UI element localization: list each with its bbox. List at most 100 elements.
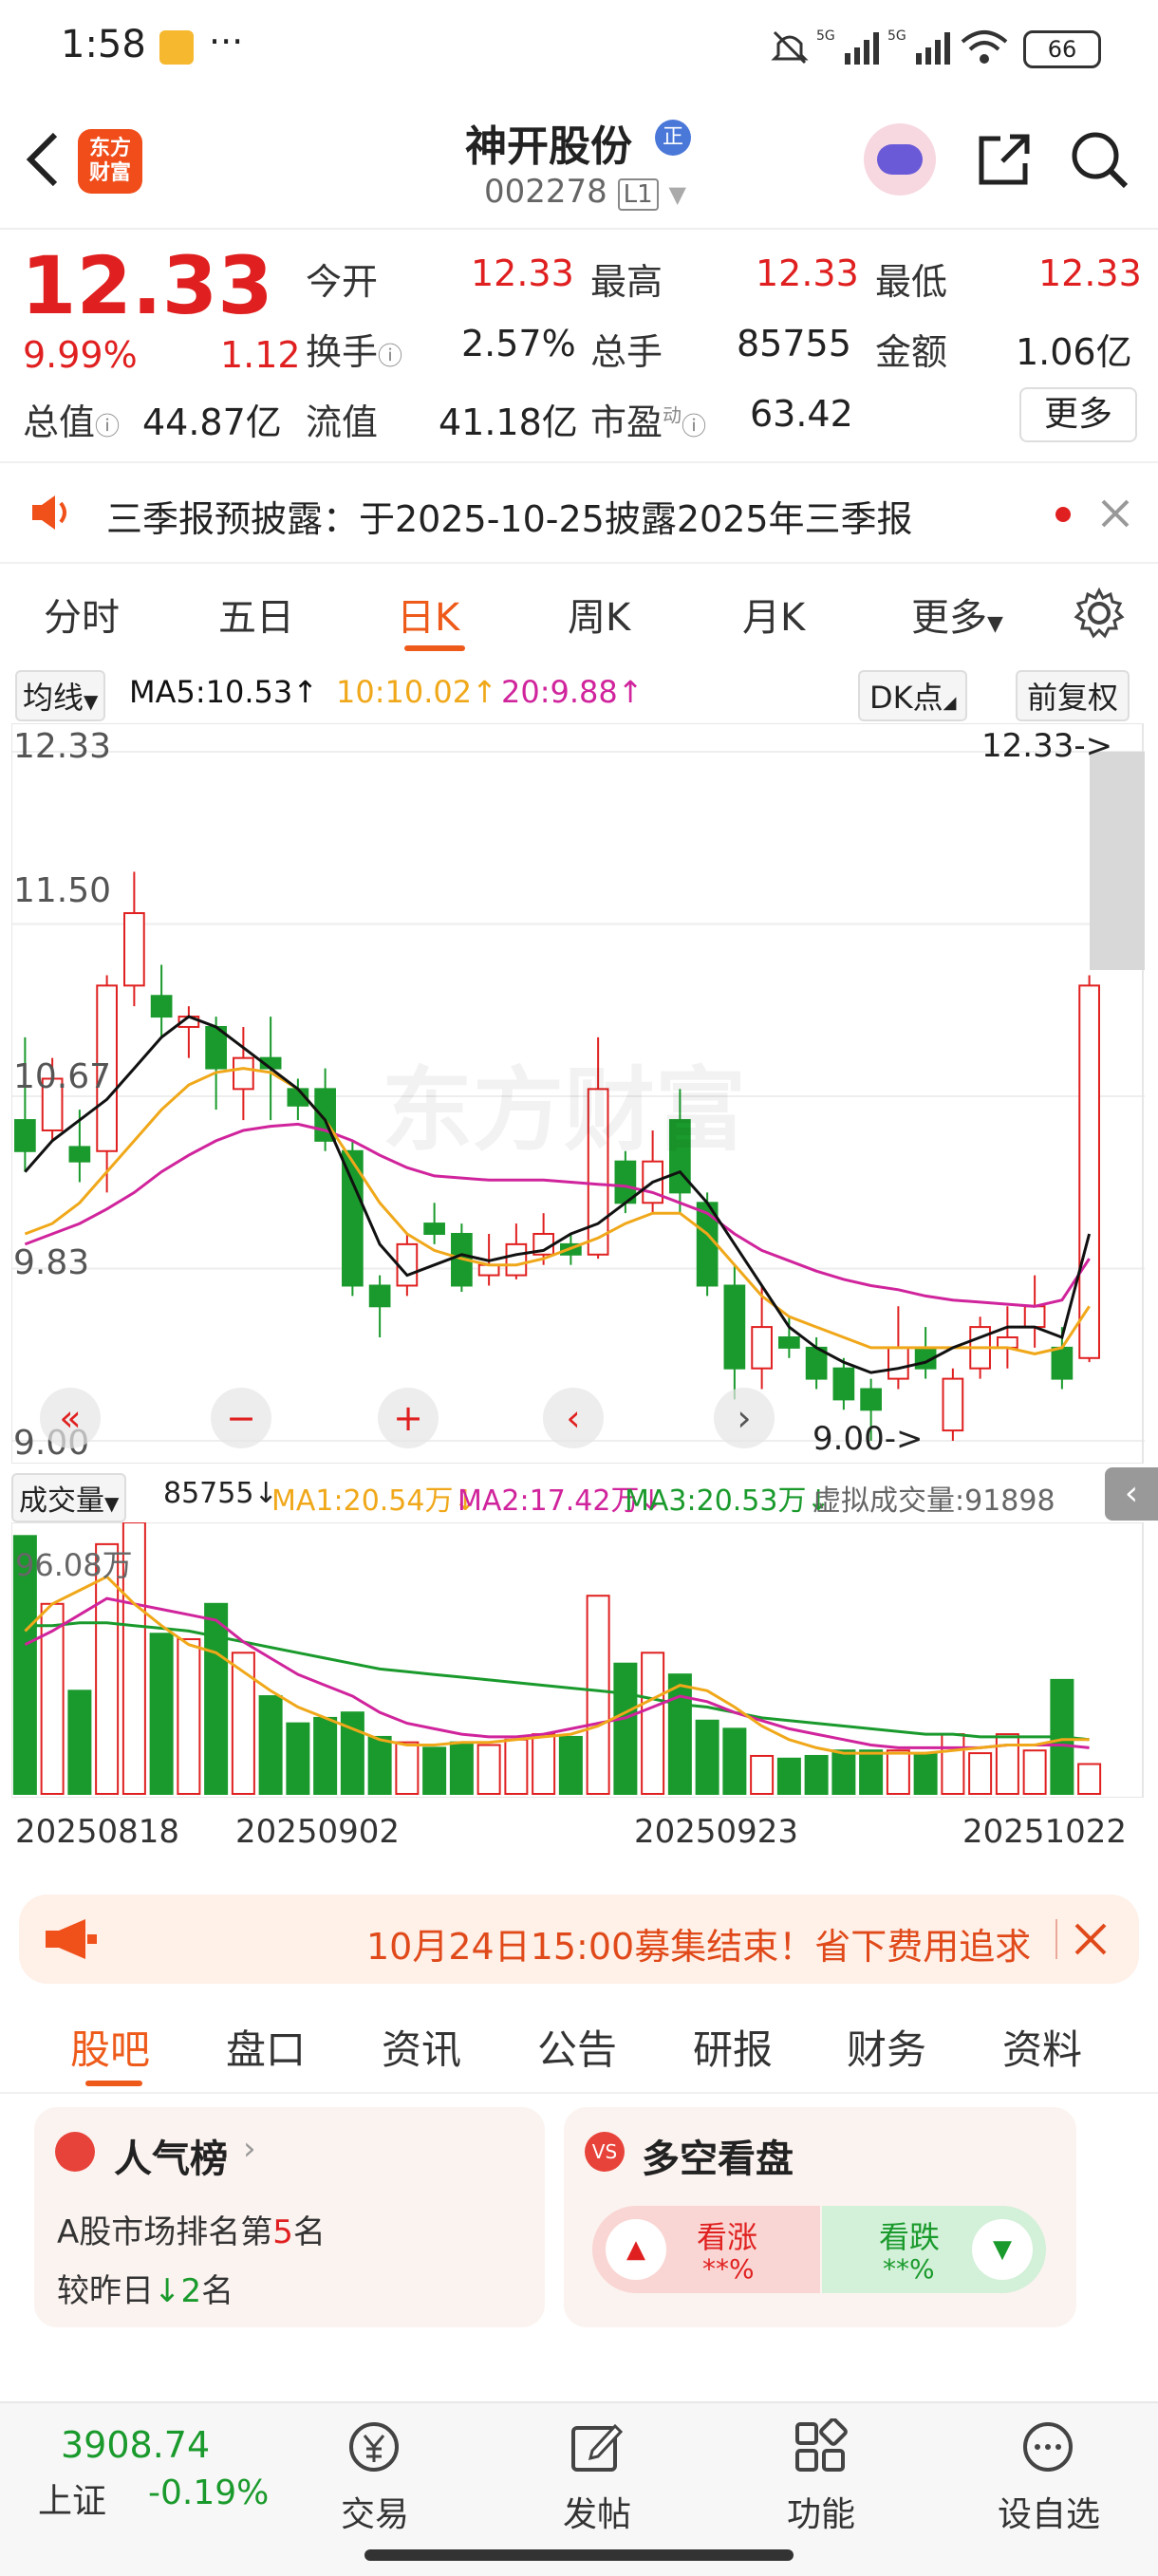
tab-more[interactable]: 更多▼ xyxy=(911,587,1003,642)
popularity-title: 人气榜 xyxy=(114,2137,228,2181)
zoom-in-button[interactable]: + xyxy=(378,1388,439,1448)
bull-label: 看涨 xyxy=(697,2219,758,2255)
ad-divider xyxy=(1055,1919,1057,1959)
candle-body xyxy=(1078,984,1100,1359)
tab-rik[interactable]: 日K xyxy=(397,587,459,642)
close-icon[interactable] xyxy=(1073,1921,1109,1957)
tab-active-indicator xyxy=(404,645,465,651)
tab-zixun[interactable]: 资讯 xyxy=(382,2018,461,2076)
info-icon[interactable]: ⓘ xyxy=(95,413,120,441)
y-label-4: 9.83 xyxy=(13,1243,90,1282)
index-widget[interactable]: 3908.74 上证 -0.19% xyxy=(28,2424,285,2529)
volume-current-text: 85755 xyxy=(163,1477,254,1510)
low-label: 最低 xyxy=(875,261,948,303)
tab-guba[interactable]: 股吧 xyxy=(70,2018,150,2076)
candle-body xyxy=(477,1263,500,1277)
app-logo: 东方 财富 xyxy=(78,129,142,194)
date-axis: 20250818 20250902 20250923 20251022 xyxy=(0,1809,1158,1857)
volume-bar xyxy=(258,1695,283,1795)
y-label-3: 10.67 xyxy=(13,1057,112,1096)
ad-banner[interactable]: 10月24日15:00募集结束！省下费用追求 xyxy=(19,1895,1139,1984)
info-icon[interactable]: ⓘ xyxy=(378,343,402,371)
bear-label: 看跌 xyxy=(879,2219,941,2255)
arrow-up-icon: ↑ xyxy=(292,674,319,710)
chevron-right-icon: › xyxy=(243,2130,256,2168)
nav-post[interactable]: 发帖 xyxy=(545,2413,649,2536)
tab-ziliao[interactable]: 资料 xyxy=(1002,2018,1082,2076)
next-button[interactable]: › xyxy=(714,1388,775,1448)
caret-down-icon: ▼ xyxy=(987,612,1003,636)
ma20-text: 20:9.88 xyxy=(501,674,618,710)
collapse-button[interactable]: ‹ xyxy=(1105,1467,1158,1521)
rewind-button[interactable]: « xyxy=(40,1388,101,1448)
tab-yanbao[interactable]: 研报 xyxy=(693,2018,773,2076)
tab-zhouk[interactable]: 周K xyxy=(568,587,630,642)
notification-icon xyxy=(159,30,194,65)
vol-ma3: MA3:20.53万↓ xyxy=(625,1484,831,1518)
candle-body xyxy=(751,1326,773,1370)
tab-yuek[interactable]: 月K xyxy=(742,587,805,642)
turnover-value: 2.57% xyxy=(461,323,576,364)
zoom-out-button[interactable]: − xyxy=(211,1388,271,1448)
candle-body xyxy=(233,1056,254,1091)
ma10-value: 10:10.02↑ xyxy=(336,674,497,710)
dk-button[interactable]: DK点◢ xyxy=(858,670,968,721)
nav-trade[interactable]: 交易 xyxy=(323,2413,427,2536)
battery-level: 66 xyxy=(1047,36,1077,63)
megaphone-icon xyxy=(46,1919,97,1959)
robot-avatar[interactable] xyxy=(864,123,936,196)
stock-header: 东方 财富 神开股份 正 002278 L1 ▼ xyxy=(0,95,1158,230)
sentiment-card[interactable]: VS 多空看盘 ▲ 看涨 **% 看跌 **% ▼ xyxy=(564,2107,1076,2327)
volume-bar xyxy=(613,1662,638,1795)
ma5-text: MA5:10.53 xyxy=(129,674,293,710)
quote-panel: 12.33 9.99% 1.12 今开 12.33 最高 12.33 最低 12… xyxy=(0,230,1158,456)
rank-prefix: A股市场排名第 xyxy=(57,2213,273,2251)
popularity-card[interactable]: 人气榜 › A股市场排名第5名 较昨日↓2名 xyxy=(34,2107,545,2327)
volume-selector[interactable]: 成交量▼ xyxy=(11,1473,127,1522)
volume-bar xyxy=(395,1741,420,1796)
turnover-label-text: 换手 xyxy=(306,331,379,373)
tab-gonggao[interactable]: 公告 xyxy=(537,2018,617,2076)
company-badge: 正 xyxy=(655,120,691,156)
tab-fenshi[interactable]: 分时 xyxy=(44,587,120,642)
volume-bar xyxy=(995,1733,1019,1795)
info-icon[interactable]: ⓘ xyxy=(682,413,706,441)
gear-icon[interactable] xyxy=(1073,587,1126,640)
search-icon[interactable] xyxy=(1069,129,1130,190)
prev-button[interactable]: ‹ xyxy=(543,1388,604,1448)
turnover-label: 换手ⓘ xyxy=(306,323,402,375)
virtual-volume: 虚拟成交量:91898 xyxy=(812,1484,1055,1518)
back-icon[interactable] xyxy=(21,129,63,190)
volume-bar xyxy=(1022,1749,1047,1796)
dk-button-label: DK点 xyxy=(869,680,943,716)
date-3: 20250923 xyxy=(634,1813,799,1851)
tab-caiwu[interactable]: 财务 xyxy=(847,2018,926,2076)
stock-code[interactable]: 002278 L1 ▼ xyxy=(484,173,686,211)
date-1: 20250818 xyxy=(15,1813,180,1851)
ma-selector[interactable]: 均线▼ xyxy=(15,670,106,721)
share-icon[interactable] xyxy=(974,129,1035,190)
volume-chart[interactable]: 96.08万 xyxy=(11,1522,1145,1798)
kline-chart[interactable]: 东方财富 12.33 11.50 10.67 9.83 9.00 12.33->… xyxy=(11,723,1145,1464)
nav-function[interactable]: 功能 xyxy=(769,2413,873,2536)
tab-pankou[interactable]: 盘口 xyxy=(226,2018,306,2076)
nav-watchlist[interactable]: 设自选 xyxy=(987,2413,1111,2536)
amount-value: 1.06亿 xyxy=(1016,331,1132,373)
min-price-marker: 9.00-> xyxy=(812,1420,924,1458)
pe-sup: 动 xyxy=(663,403,682,427)
more-button[interactable]: 更多 xyxy=(1019,387,1137,442)
bull-button[interactable]: ▲ 看涨 **% xyxy=(592,2206,820,2293)
signal-icon: 5G xyxy=(816,28,879,65)
date-4: 20251022 xyxy=(962,1813,1128,1851)
fq-button[interactable]: 前复权 xyxy=(1016,670,1130,721)
close-icon[interactable] xyxy=(1099,497,1131,530)
volume-bar xyxy=(231,1652,255,1795)
signal-icon-2: 5G xyxy=(887,28,950,65)
open-label: 今开 xyxy=(306,261,379,303)
notice-bar[interactable]: 三季报预披露：于2025-10-25披露2025年三季报 xyxy=(0,461,1158,564)
tab-wuri[interactable]: 五日 xyxy=(218,587,294,642)
volume-bar xyxy=(313,1716,338,1795)
arrow-up-icon: ↑ xyxy=(472,674,497,710)
nav-trade-label: 交易 xyxy=(340,2495,409,2534)
bear-button[interactable]: 看跌 **% ▼ xyxy=(822,2206,1046,2293)
